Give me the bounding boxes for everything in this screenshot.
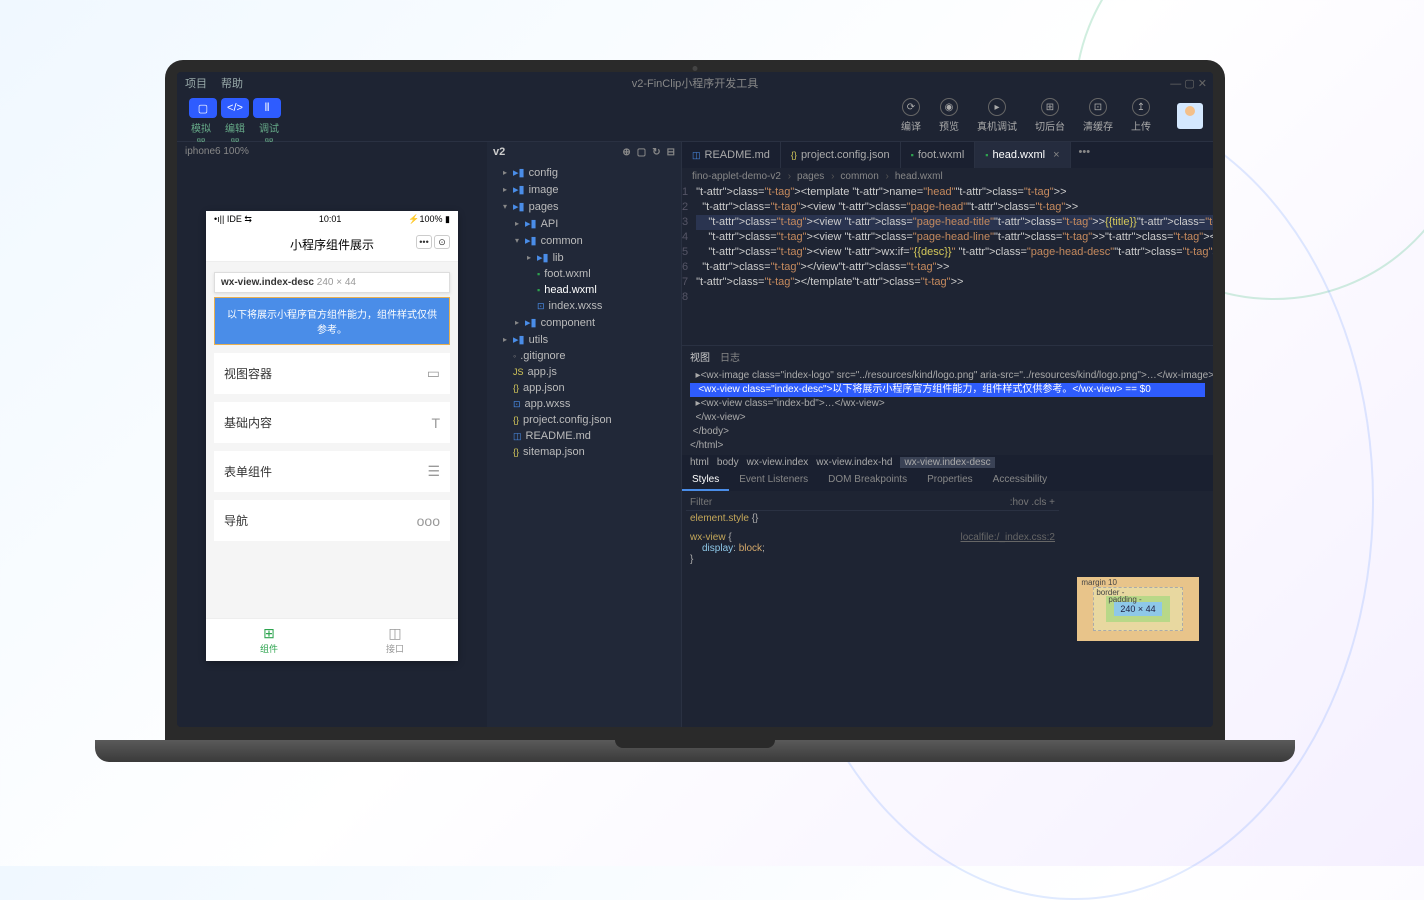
file-node[interactable]: ⊡app.wxss [487, 396, 681, 412]
filter-actions[interactable]: :hov .cls + [1010, 497, 1055, 508]
breadcrumb[interactable]: fino-applet-demo-v2 pages common head.wxml [682, 168, 1213, 185]
breadcrumb-item[interactable]: head.wxml [895, 171, 947, 182]
more-icon[interactable]: ••• [416, 235, 432, 249]
page-header: 小程序组件展示 ••• ⊙ [206, 228, 458, 262]
ide-window: 项目 帮助 v2-FinClip小程序开发工具 — ▢ ✕ ▢ </> ⫴ 模拟… [177, 72, 1213, 727]
explorer-action-icon[interactable]: ⊟ [667, 147, 675, 158]
window-controls[interactable]: — ▢ ✕ [1170, 77, 1207, 90]
menubar: 项目 帮助 v2-FinClip小程序开发工具 — ▢ ✕ [177, 72, 1213, 94]
crumb[interactable]: html [690, 457, 709, 468]
toolbar-action[interactable]: ⊞切后台 [1035, 98, 1065, 133]
editor-tab[interactable]: ▪head.wxml× [975, 142, 1070, 168]
more-tabs-icon[interactable]: ••• [1071, 142, 1099, 168]
styles-panel[interactable]: Filter :hov .cls + element.style {}</spa… [682, 491, 1063, 727]
file-explorer: v2 ⊕ ▢ ↻ ⊟ ▸▸▮config▸▸▮image▾▸▮pages▸▸▮API▾… [487, 142, 682, 727]
explorer-action-icon[interactable]: ▢ [637, 147, 646, 158]
inspector-tooltip: wx-view.index-desc 240 × 44 [214, 272, 450, 293]
code-editor[interactable]: 12345678 "t-attr">class="t-tag"><templat… [682, 185, 1213, 345]
breadcrumb-item[interactable]: pages [797, 171, 834, 182]
close-icon[interactable]: ⊙ [434, 235, 450, 249]
file-node[interactable]: ⊡index.wxss [487, 298, 681, 314]
toolbar-action[interactable]: ⟳编译 [901, 98, 921, 133]
simulator-panel: iphone6 100% •ı|| IDE ⇆ 10:01 ⚡100% ▮ 小程… [177, 142, 487, 727]
toolbar: ▢ </> ⫴ 模拟器 编辑器 调试器 ⟳编译◉预览▸真机调试⊞切后台⊡清缓存↥… [177, 94, 1213, 142]
devtools-subtab[interactable]: Properties [917, 470, 983, 491]
file-node[interactable]: ▪head.wxml [487, 282, 681, 298]
file-node[interactable]: JSapp.js [487, 364, 681, 380]
devtools: 视图 日志 ▸<wx-image class="index-logo" src=… [682, 345, 1213, 727]
list-item[interactable]: 表单组件☰ [214, 451, 450, 492]
box-model: 240 × 44 [1063, 491, 1213, 727]
menu-project[interactable]: 项目 [185, 75, 207, 91]
crumb[interactable]: wx-view.index-hd [816, 457, 892, 468]
toolbar-action[interactable]: ◉预览 [939, 98, 959, 133]
explorer-action-icon[interactable]: ↻ [652, 147, 660, 158]
folder-node[interactable]: ▸▸▮config [487, 164, 681, 181]
devtools-tab[interactable]: 日志 [720, 349, 740, 364]
folder-node[interactable]: ▾▸▮pages [487, 198, 681, 215]
highlighted-element[interactable]: 以下将展示小程序官方组件能力，组件样式仅供参考。 [214, 297, 450, 345]
editor-area: ◫README.md{}project.config.json▪foot.wxm… [682, 142, 1213, 727]
editor-tab[interactable]: ▪foot.wxml [901, 142, 976, 168]
tabbar-item[interactable]: ◫接口 [332, 619, 458, 661]
folder-node[interactable]: ▸▸▮lib [487, 249, 681, 266]
editor-toggle[interactable]: </> [221, 98, 249, 118]
dom-crumbs[interactable]: html body wx-view.index wx-view.index-hd wx-… [682, 455, 1213, 470]
file-node[interactable]: {}sitemap.json [487, 444, 681, 460]
breadcrumb-item[interactable]: common [840, 171, 888, 182]
editor-tabs: ◫README.md{}project.config.json▪foot.wxm… [682, 142, 1213, 168]
devtools-tab[interactable]: 视图 [690, 349, 710, 364]
css-rule[interactable]: localfile:/_index.css:2wx-view {display:… [686, 530, 1059, 567]
laptop-base [95, 740, 1295, 762]
crumb[interactable]: wx-view.index [747, 457, 809, 468]
close-icon[interactable]: × [1053, 149, 1059, 161]
file-node[interactable]: {}app.json [487, 380, 681, 396]
tabbar-item[interactable]: ⊞组件 [206, 619, 332, 661]
breadcrumb-item[interactable]: fino-applet-demo-v2 [692, 171, 791, 182]
crumb[interactable]: wx-view.index-desc [900, 457, 994, 468]
list-item[interactable]: 导航ooo [214, 500, 450, 541]
file-node[interactable]: ◦.gitignore [487, 348, 681, 364]
debugger-toggle[interactable]: ⫴ [253, 98, 281, 118]
simulator-toggle[interactable]: ▢ [189, 98, 217, 118]
devtools-subtab[interactable]: Accessibility [983, 470, 1057, 491]
tabbar: ⊞组件◫接口 [206, 618, 458, 661]
filter-input[interactable]: Filter [690, 497, 712, 508]
dom-tree[interactable]: ▸<wx-image class="index-logo" src="../re… [682, 367, 1213, 455]
toolbar-action[interactable]: ⊡清缓存 [1083, 98, 1113, 133]
folder-node[interactable]: ▸▸▮utils [487, 331, 681, 348]
folder-node[interactable]: ▸▸▮API [487, 215, 681, 232]
menu-help[interactable]: 帮助 [221, 75, 243, 91]
phone-preview[interactable]: •ı|| IDE ⇆ 10:01 ⚡100% ▮ 小程序组件展示 ••• ⊙ [206, 211, 458, 661]
explorer-action-icon[interactable]: ⊕ [622, 147, 630, 158]
window-title: v2-FinClip小程序开发工具 [632, 75, 759, 91]
list-item[interactable]: 视图容器▭ [214, 353, 450, 394]
project-root[interactable]: v2 [493, 146, 505, 158]
editor-tab[interactable]: {}project.config.json [781, 142, 901, 168]
avatar[interactable] [1177, 103, 1203, 129]
toolbar-action[interactable]: ▸真机调试 [977, 98, 1017, 133]
devtools-subtab[interactable]: Event Listeners [729, 470, 818, 491]
file-node[interactable]: ▪foot.wxml [487, 266, 681, 282]
editor-tab[interactable]: ◫README.md [682, 142, 781, 168]
laptop-frame: 项目 帮助 v2-FinClip小程序开发工具 — ▢ ✕ ▢ </> ⫴ 模拟… [165, 60, 1225, 780]
status-bar: •ı|| IDE ⇆ 10:01 ⚡100% ▮ [206, 211, 458, 228]
crumb[interactable]: body [717, 457, 739, 468]
device-info: iphone6 100% [177, 142, 487, 161]
devtools-subtab[interactable]: Styles [682, 470, 729, 491]
folder-node[interactable]: ▾▸▮common [487, 232, 681, 249]
file-node[interactable]: ◫README.md [487, 428, 681, 444]
toolbar-action[interactable]: ↥上传 [1131, 98, 1151, 133]
css-rule[interactable]: element.style {} [686, 511, 1059, 526]
folder-node[interactable]: ▸▸▮image [487, 181, 681, 198]
list-item[interactable]: 基础内容T [214, 402, 450, 443]
devtools-subtab[interactable]: DOM Breakpoints [818, 470, 917, 491]
folder-node[interactable]: ▸▸▮component [487, 314, 681, 331]
file-node[interactable]: {}project.config.json [487, 412, 681, 428]
